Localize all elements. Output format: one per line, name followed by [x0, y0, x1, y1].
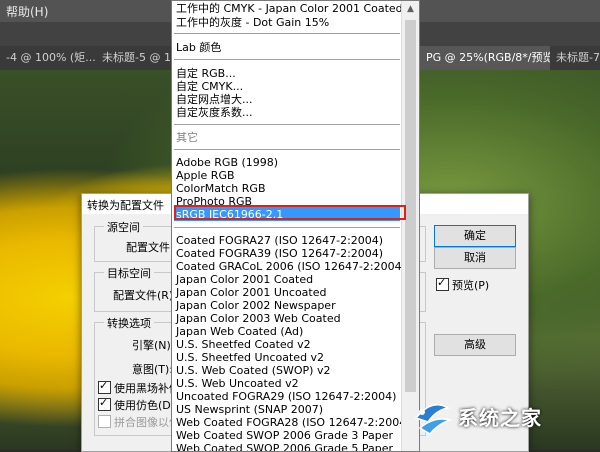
list-item[interactable]: 自定 CMYK...: [176, 80, 243, 93]
document-tab-1[interactable]: -4 @ 100% (矩...×: [0, 46, 109, 70]
list-item[interactable]: U.S. Sheetfed Coated v2: [176, 338, 311, 351]
list-item[interactable]: Japan Color 2001 Uncoated: [176, 286, 327, 299]
annotation-highlight-box: [174, 205, 406, 220]
list-separator: [174, 59, 400, 60]
list-item[interactable]: ColorMatch RGB: [176, 182, 266, 195]
list-item[interactable]: Japan Color 2003 Web Coated: [176, 312, 341, 325]
intent-label: 意图(T):: [132, 363, 174, 376]
tab-label: -4 @ 100% (矩...: [6, 51, 96, 64]
list-item[interactable]: 工作中的 CMYK - Japan Color 2001 Coated: [176, 2, 403, 15]
dither-checkbox[interactable]: 使用仿色(D): [98, 396, 176, 413]
list-item[interactable]: U.S. Web Uncoated v2: [176, 377, 299, 390]
tab-label: PG @ 25%(RGB/8*/预览): [426, 51, 558, 64]
list-group-header: 其它: [176, 131, 198, 144]
list-item[interactable]: Coated FOGRA39 (ISO 12647-2:2004): [176, 247, 383, 260]
list-item[interactable]: Coated GRACoL 2006 (ISO 12647-2:2004): [176, 260, 406, 273]
menu-help[interactable]: 帮助(H): [6, 3, 48, 20]
list-item[interactable]: 自定 RGB...: [176, 67, 236, 80]
target-space-label: 目标空间: [104, 265, 154, 281]
list-item[interactable]: Lab 颜色: [176, 41, 221, 54]
list-item[interactable]: Uncoated FOGRA29 (ISO 12647-2:2004): [176, 390, 396, 403]
list-item[interactable]: U.S. Web Coated (SWOP) v2: [176, 364, 330, 377]
target-profile-label: 配置文件(R):: [113, 289, 177, 302]
dropdown-scrollbar[interactable]: ▲: [401, 1, 419, 451]
source-space-label: 源空间: [104, 219, 143, 235]
advanced-button[interactable]: 高级: [434, 334, 516, 356]
list-item[interactable]: 自定网点增大...: [176, 93, 253, 106]
document-tab-2[interactable]: 未标题-5 @ 10: [96, 46, 179, 70]
document-tab-4[interactable]: 未标题-7 @: [550, 46, 600, 70]
list-item[interactable]: 自定灰度系数...: [176, 106, 253, 119]
list-item[interactable]: Japan Color 2001 Coated: [176, 273, 313, 286]
ok-button[interactable]: 确定: [434, 225, 516, 247]
list-item[interactable]: US Newsprint (SNAP 2007): [176, 403, 323, 416]
scroll-up-arrow-icon[interactable]: ▲: [402, 1, 419, 18]
watermark: 系统之家: [400, 392, 600, 450]
list-item[interactable]: U.S. Sheetfed Uncoated v2: [176, 351, 324, 364]
checkbox-checked-icon: [436, 276, 449, 291]
conversion-options-label: 转换选项: [104, 315, 154, 331]
engine-label: 引擎(N):: [132, 339, 175, 352]
scroll-thumb[interactable]: [405, 20, 416, 392]
list-item[interactable]: Apple RGB: [176, 169, 235, 182]
list-separator: [174, 124, 400, 125]
watermark-logo-icon: [414, 403, 453, 435]
list-item[interactable]: Coated FOGRA27 (ISO 12647-2:2004): [176, 234, 383, 247]
preview-checkbox[interactable]: 预览(P): [436, 276, 490, 293]
list-separator: [174, 227, 400, 228]
dialog-title: 转换为配置文件: [87, 199, 164, 212]
list-item[interactable]: Japan Web Coated (Ad): [176, 325, 303, 338]
list-item[interactable]: Web Coated SWOP 2006 Grade 3 Paper: [176, 429, 393, 442]
list-separator: [174, 33, 400, 34]
list-item[interactable]: 工作中的灰度 - Dot Gain 15%: [176, 16, 329, 29]
list-separator: [174, 149, 400, 150]
document-tab-3[interactable]: PG @ 25%(RGB/8*/预览)×: [420, 46, 571, 70]
watermark-text: 系统之家: [458, 406, 542, 430]
checkbox-unchecked-icon: [98, 415, 111, 428]
checkbox-checked-icon: [98, 396, 111, 411]
list-item[interactable]: Web Coated FOGRA28 (ISO 12647-2:2004): [176, 416, 411, 429]
source-profile-label: 配置文件:: [126, 241, 174, 254]
checkbox-label: 预览(P): [452, 279, 490, 292]
checkbox-checked-icon: [98, 379, 111, 394]
list-item[interactable]: Adobe RGB (1998): [176, 156, 278, 169]
cancel-button[interactable]: 取消: [434, 247, 516, 269]
list-item[interactable]: Japan Color 2002 Newspaper: [176, 299, 336, 312]
checkbox-label: 使用仿色(D): [114, 399, 176, 412]
profile-dropdown-list[interactable]: 工作中的 CMYK - Japan Color 2001 Coated 工作中的…: [171, 0, 420, 452]
tab-label: 未标题-7 @: [556, 51, 600, 64]
list-item[interactable]: Web Coated SWOP 2006 Grade 5 Paper: [176, 442, 393, 451]
tab-label: 未标题-5 @ 10: [102, 51, 178, 64]
